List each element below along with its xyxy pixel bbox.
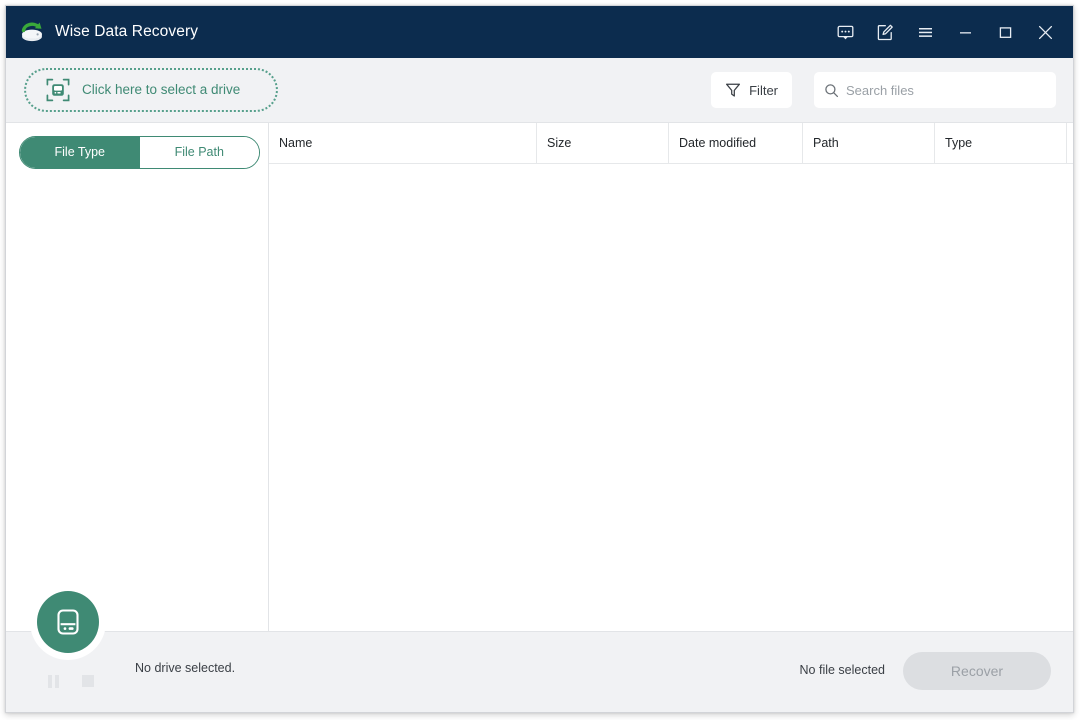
column-header-date-modified[interactable]: Date modified: [669, 123, 803, 163]
segment-file-type-label: File Type: [54, 145, 106, 160]
title-bar: Wise Data Recovery: [6, 6, 1073, 58]
app-window: Wise Data Recovery Click here to select …: [5, 5, 1074, 713]
filter-label: Filter: [749, 82, 778, 98]
drive-status-text: No drive selected.: [135, 660, 236, 675]
sidebar-panel: File Type File Path: [6, 123, 269, 631]
column-header-size-label: Size: [547, 136, 572, 150]
select-drive-label: Click here to select a drive: [82, 82, 241, 98]
select-drive-button[interactable]: Click here to select a drive: [24, 68, 278, 112]
main-body: File Type File Path Name Size Date modif…: [6, 122, 1073, 631]
search-icon: [825, 83, 839, 97]
hard-drive-icon: [57, 609, 79, 635]
stop-button[interactable]: [77, 673, 99, 689]
close-icon: [1038, 25, 1052, 39]
column-header-name-label: Name: [279, 136, 313, 150]
titlebar-buttons: [825, 6, 1073, 58]
chat-bubble-icon: [837, 25, 853, 39]
funnel-icon: [726, 83, 741, 97]
results-table: Name Size Date modified Path Type: [269, 123, 1073, 631]
column-header-spacer: [1067, 123, 1073, 163]
drive-scan-fab[interactable]: [30, 584, 106, 660]
transport-controls: [44, 673, 110, 689]
column-header-path-label: Path: [813, 136, 839, 150]
pause-icon: [48, 674, 62, 688]
column-header-type[interactable]: Type: [935, 123, 1067, 163]
drive-refresh-logo-icon: [21, 22, 42, 42]
file-status-text: No file selected: [799, 663, 885, 678]
segment-file-path[interactable]: File Path: [139, 137, 259, 168]
notes-button[interactable]: [869, 16, 901, 48]
column-header-type-label: Type: [945, 136, 973, 150]
drive-scan-fab-inner: [37, 591, 99, 653]
view-mode-toggle: File Type File Path: [19, 136, 260, 169]
table-body: [269, 164, 1073, 631]
stop-icon: [82, 675, 94, 687]
status-right-group: No file selected Recover: [799, 651, 1073, 690]
filter-button[interactable]: Filter: [711, 72, 792, 108]
search-input[interactable]: [846, 82, 1046, 98]
recover-button[interactable]: Recover: [903, 651, 1051, 690]
status-bar: No drive selected. No file selected Reco…: [6, 631, 1073, 712]
maximize-icon: [999, 26, 1011, 38]
hamburger-menu-icon: [918, 27, 932, 37]
edit-note-icon: [877, 24, 893, 40]
column-header-path[interactable]: Path: [803, 123, 935, 163]
menu-button[interactable]: [909, 16, 941, 48]
column-header-date-modified-label: Date modified: [679, 136, 757, 150]
segment-file-type[interactable]: File Type: [20, 137, 140, 168]
segment-file-path-label: File Path: [174, 145, 224, 160]
toolbar: Click here to select a drive Filter: [6, 58, 1073, 122]
close-button[interactable]: [1029, 16, 1061, 48]
minimize-icon: [959, 31, 971, 33]
minimize-button[interactable]: [949, 16, 981, 48]
table-header-row: Name Size Date modified Path Type: [269, 123, 1073, 164]
pause-button[interactable]: [44, 673, 66, 689]
column-header-name[interactable]: Name: [269, 123, 537, 163]
column-header-size[interactable]: Size: [537, 123, 669, 163]
search-box[interactable]: [814, 72, 1056, 108]
feedback-button[interactable]: [829, 16, 861, 48]
toolbar-right-group: Filter: [711, 72, 1056, 108]
maximize-button[interactable]: [989, 16, 1021, 48]
drive-scan-frame-icon: [46, 78, 70, 102]
app-title: Wise Data Recovery: [55, 22, 199, 40]
